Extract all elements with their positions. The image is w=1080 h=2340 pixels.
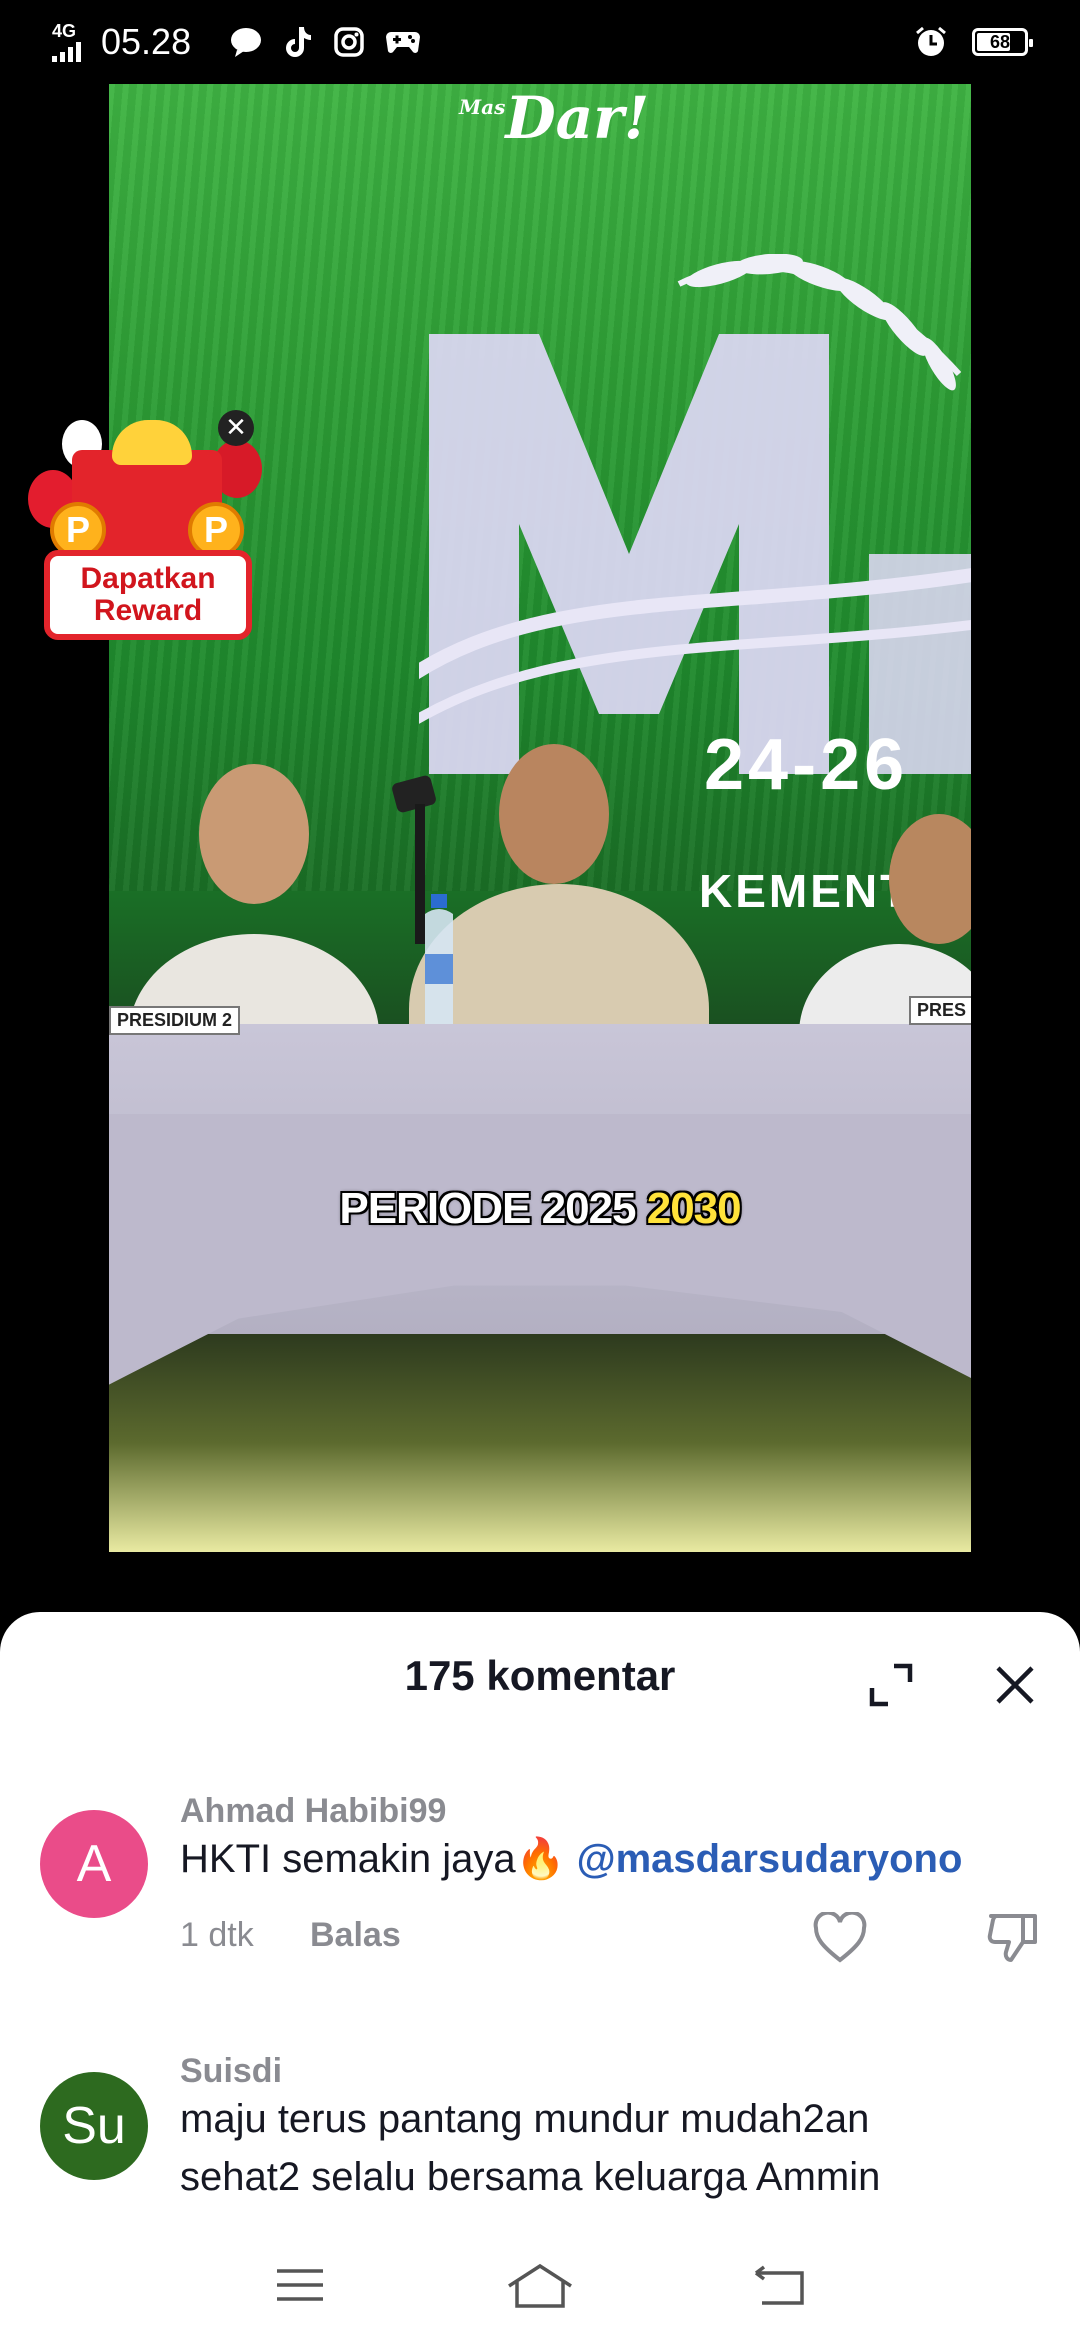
instagram-icon [334, 27, 364, 57]
navigation-bar [0, 2230, 1080, 2340]
menu-button[interactable] [265, 2255, 335, 2315]
dislike-icon[interactable] [985, 1910, 1041, 1966]
home-button[interactable] [505, 2255, 575, 2315]
tiktok-icon [286, 27, 312, 57]
comment-line: sehat2 selalu bersama keluarga Ammin [180, 2155, 881, 2199]
video-player[interactable]: MasDar! 24-26 KEMENT PRESIDIUM 2 PRES PE… [109, 84, 971, 1552]
caption-highlight: 2030 [646, 1184, 742, 1233]
alarm-icon [916, 26, 946, 56]
heart-icon[interactable] [812, 1912, 868, 1964]
event-logo-graphic [419, 254, 971, 774]
expand-icon[interactable] [866, 1660, 916, 1710]
close-icon[interactable] [990, 1660, 1040, 1710]
clock: 05.28 [101, 21, 192, 62]
mention-link[interactable]: @masdarsudaryono [577, 1837, 963, 1881]
event-subtitle: KEMENT [699, 865, 912, 917]
comment-text: maju terus pantang mundur mudah2an sehat… [180, 2090, 1040, 2206]
comment-time: 1 dtk [180, 1916, 254, 1954]
avatar[interactable]: A [40, 1810, 148, 1918]
person-left-head [199, 764, 309, 904]
person-center-head [499, 744, 609, 884]
nameplate-left: PRESIDIUM 2 [109, 1006, 241, 1035]
comment-line: maju terus pantang mundur mudah2an [180, 2097, 870, 2141]
network-type: 4G [52, 21, 77, 41]
reply-button[interactable]: Balas [310, 1916, 401, 1955]
avatar[interactable]: Su [40, 2072, 148, 2180]
video-caption: PERIODE 2025 2030 [109, 1184, 971, 1234]
battery-icon: 68 [972, 28, 1033, 56]
brand-logo: MasDar! [459, 84, 650, 152]
chat-icon [231, 28, 262, 57]
comment-username[interactable]: Suisdi [180, 2052, 282, 2091]
reward-close-button[interactable]: ✕ [218, 410, 254, 446]
comment-body: HKTI semakin jaya🔥 [180, 1837, 577, 1881]
status-bar: 4G 05.28 68 [0, 0, 1080, 84]
floor [109, 1334, 971, 1552]
event-date: 24-26 [704, 725, 909, 805]
caption-text: PERIODE 2025 [339, 1184, 647, 1233]
signal-icon: 4G [52, 22, 81, 62]
water-bottle [425, 894, 453, 1024]
reward-label: Dapatkan Reward [44, 550, 252, 640]
gamepad-icon [386, 32, 421, 53]
comment-text: HKTI semakin jaya🔥 @masdarsudaryono [180, 1830, 1040, 1888]
menu-icon [277, 2269, 323, 2301]
screen: 4G 05.28 68 MasDar! 24-26 KEMENT PRESIDI… [0, 0, 1080, 2340]
comment-item: A Ahmad Habibi99 HKTI semakin jaya🔥 @mas… [0, 1792, 1080, 1992]
back-button[interactable] [745, 2255, 815, 2315]
comments-count-title: 175 komentar [404, 1652, 676, 1699]
nameplate-right: PRES [909, 996, 971, 1025]
comment-username[interactable]: Ahmad Habibi99 [180, 1792, 446, 1831]
battery-level: 68 [989, 31, 1011, 52]
back-icon [754, 2265, 804, 2305]
gift-bow-icon [112, 420, 192, 465]
home-icon [508, 2263, 572, 2308]
reward-badge[interactable]: P P Dapatkan Reward ✕ [22, 410, 262, 640]
